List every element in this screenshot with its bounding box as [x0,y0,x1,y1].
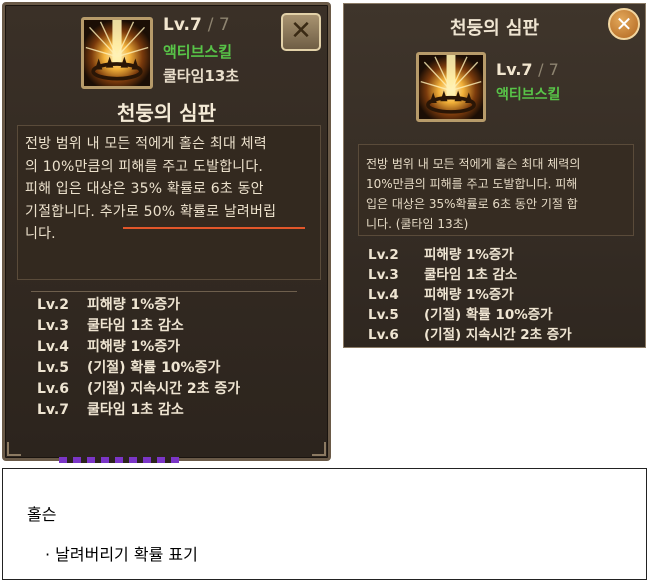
level-row-text: 피해량 1%증가 [424,287,514,303]
level-row-text: (기절) 확률 10%증가 [424,307,553,323]
level-row-text: 피해량 1%증가 [87,339,181,355]
level-row-label: Lv.4 [37,339,69,355]
corner-ornament [312,442,326,456]
description-line: 피해 입은 대상은 35% 확률로 6초 동안 [25,181,264,197]
level-row-text: (기절) 확률 10%증가 [87,360,221,376]
highlight-underline [123,227,305,229]
level-row-label: Lv.2 [37,297,69,313]
level-row: Lv.4 피해량 1%증가 [37,337,180,358]
level-row: Lv.2 피해량 1%증가 [368,245,514,266]
level-row-label: Lv.6 [368,327,399,343]
level-row: Lv.7 쿨타임 1초 감소 [37,400,184,421]
skill-level: Lv.7 / 7 [496,60,559,79]
level-row-label: Lv.2 [368,247,399,263]
description-line: 기절합니다. 추가로 50% 확률로 날려버립 [25,203,277,220]
level-row-text: 쿨타임 1초 감소 [87,318,184,334]
divider [31,291,297,292]
thunder-crown-icon [81,17,153,89]
description-line: 입은 대상은 35%확률로 6초 동안 기절 합 [366,197,578,211]
description-line: 전방 범위 내 모든 적에게 홀슨 최대 체력의 [366,157,581,171]
level-row: Lv.6 (기절) 지속시간 2초 증가 [37,379,240,400]
level-row: Lv.4 피해량 1%증가 [368,285,514,306]
description-line: 니다. (쿨타임 13초) [366,217,469,231]
skill-tooltip-right: 천둥의 심판 ✕ Lv.7 / 7 액티브스킬 전방 범위 내 모든 적에게 홀… [343,3,646,348]
level-row-label: Lv.4 [368,287,399,303]
level-row-label: Lv.3 [368,267,399,283]
note-heading: 홀슨 [27,505,57,524]
skill-description: 전방 범위 내 모든 적에게 홀슨 최대 체력의 10%만큼의 피해를 주고 도… [366,154,628,234]
skill-tooltip-left: Lv.7 / 7 액티브스킬 쿨타임13초 ✕ 천둥의 심판 전방 범위 내 모… [2,2,331,463]
skill-title: 천둥의 심판 [117,101,216,125]
level-row-label: Lv.5 [368,307,399,323]
level-row-text: 피해량 1%증가 [87,297,181,313]
level-row-text: (기절) 지속시간 2초 증가 [424,327,572,343]
level-value: Lv.7 [496,60,533,79]
skill-type: 액티브스킬 [496,87,561,103]
level-max: / 7 [538,60,559,79]
description-line: 의 10%만큼의 피해를 주고 도발합니다. [25,158,264,175]
skill-level: Lv.7 / 7 [163,15,230,35]
description-line: 전방 범위 내 모든 적에게 홀슨 최대 체력 [25,136,267,152]
close-button[interactable]: ✕ [281,13,321,51]
level-row-label: Lv.3 [37,318,69,334]
level-row-text: 쿨타임 1초 감소 [424,267,518,283]
level-row-label: Lv.7 [37,402,69,418]
level-value: Lv.7 [163,15,202,35]
skill-type: 액티브스킬 [163,43,233,61]
level-row: Lv.3 쿨타임 1초 감소 [368,265,517,286]
note-bullet: · 날려버리기 확률 표기 [45,545,198,564]
level-row-text: 피해량 1%증가 [424,247,514,263]
level-max: / 7 [207,15,230,35]
close-button[interactable]: ✕ [608,8,640,40]
level-row: Lv.5 (기절) 확률 10%증가 [37,358,220,379]
corner-ornament [7,442,21,456]
level-row-label: Lv.5 [37,360,69,376]
description-line: 10%만큼의 피해를 주고 도발합니다. 피해 [366,177,578,191]
close-icon: ✕ [615,12,633,36]
skill-title: 천둥의 심판 [449,18,540,39]
level-row-text: (기절) 지속시간 2초 증가 [87,381,241,397]
note-box: 홀슨 · 날려버리기 확률 표기 [2,468,647,580]
level-row-text: 쿨타임 1초 감소 [87,402,184,418]
thunder-crown-icon [416,52,486,122]
level-row-label: Lv.6 [37,381,69,397]
level-row: Lv.6 (기절) 지속시간 2초 증가 [368,325,572,346]
level-row: Lv.5 (기절) 확률 10%증가 [368,305,553,326]
level-row: Lv.3 쿨타임 1초 감소 [37,316,184,337]
close-icon: ✕ [290,16,312,46]
bottom-strip [59,457,179,463]
level-row: Lv.2 피해량 1%증가 [37,295,180,316]
skill-cooldown: 쿨타임13초 [163,67,240,85]
